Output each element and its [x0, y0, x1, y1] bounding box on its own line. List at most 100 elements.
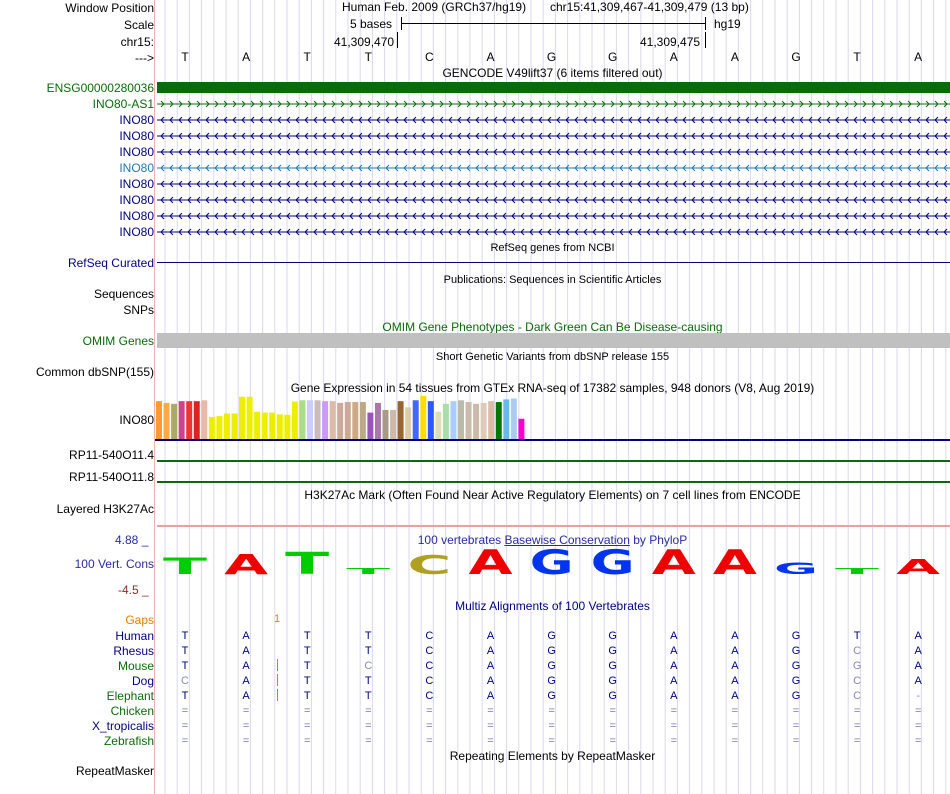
- alignment-base: A: [914, 660, 922, 672]
- conservation-logo-letter: A: [896, 555, 941, 579]
- omim-bar[interactable]: [157, 333, 950, 348]
- rp11-540o11-4-label[interactable]: RP11-540O11.4: [69, 448, 154, 462]
- conservation-logo-letter: C: [407, 551, 451, 581]
- gencode-gene-label[interactable]: INO80: [119, 129, 154, 143]
- alignment-base: T: [364, 675, 372, 687]
- h3k27ac-signal[interactable]: [157, 525, 950, 527]
- h3k27ac-label[interactable]: Layered H3K27Ac: [57, 502, 154, 516]
- alignment-base: =: [426, 735, 433, 747]
- gencode-gene-feature[interactable]: [157, 210, 950, 222]
- gencode-gene-label[interactable]: ENSG00000280036: [47, 81, 154, 95]
- gtex-tissue-bar: [329, 401, 336, 439]
- gencode-gene-feature[interactable]: [157, 130, 950, 142]
- omim-track-title: OMIM Gene Phenotypes - Dark Green Can Be…: [382, 320, 723, 334]
- species-label[interactable]: Elephant: [107, 689, 154, 703]
- alignment-base: C: [853, 690, 862, 702]
- gencode-gene-label[interactable]: INO80: [119, 145, 154, 159]
- gencode-gene-feature[interactable]: [157, 82, 950, 94]
- gencode-gene-label[interactable]: INO80: [119, 225, 154, 239]
- gencode-gene-feature[interactable]: [157, 146, 950, 158]
- gaps-label[interactable]: Gaps: [125, 613, 154, 627]
- gtex-tissue-bar: [458, 400, 464, 439]
- alignment-base: T: [364, 645, 372, 657]
- alignment-base: A: [914, 675, 922, 687]
- reference-base: T: [181, 50, 189, 64]
- reference-base: G: [791, 50, 801, 64]
- alignment-base: =: [670, 720, 678, 732]
- species-label[interactable]: Human: [115, 629, 154, 643]
- refseq-label[interactable]: RefSeq Curated: [68, 256, 154, 270]
- gtex-tissue-bar: [510, 398, 517, 439]
- omim-label[interactable]: OMIM Genes: [83, 334, 154, 348]
- alignment-base: =: [365, 720, 372, 732]
- rp11-540o11-8-label[interactable]: RP11-540O11.8: [69, 470, 154, 484]
- gencode-gene-feature[interactable]: [157, 162, 950, 174]
- species-label[interactable]: Mouse: [118, 659, 154, 673]
- reference-base: G: [608, 50, 618, 64]
- gencode-gene-label[interactable]: INO80: [119, 113, 154, 127]
- gencode-gene-label[interactable]: INO80: [119, 177, 154, 191]
- alignment-base: =: [181, 720, 189, 732]
- alignment-base: A: [914, 645, 922, 657]
- gtex-gene-label[interactable]: INO80: [119, 413, 154, 427]
- alignment-base: A: [670, 645, 678, 657]
- alignment-base: T: [364, 630, 372, 642]
- reference-base: A: [914, 50, 923, 64]
- gencode-gene-feature[interactable]: [157, 226, 950, 238]
- alignment-base: A: [486, 660, 495, 672]
- species-label[interactable]: Zebrafish: [104, 734, 154, 748]
- repeatmasker-track-title: Repeating Elements by RepeatMasker: [449, 749, 656, 763]
- snps-label[interactable]: SNPs: [123, 303, 154, 317]
- gencode-gene-label[interactable]: INO80: [119, 161, 154, 175]
- gencode-gene-feature[interactable]: [157, 98, 950, 110]
- reference-base: T: [303, 50, 311, 64]
- gencode-gene-feature[interactable]: [157, 114, 950, 126]
- species-label[interactable]: Chicken: [111, 704, 154, 718]
- alignment-base: A: [486, 690, 495, 702]
- alignment-base: G: [791, 690, 801, 702]
- gtex-tissue-bar: [480, 402, 487, 439]
- repeatmasker-label[interactable]: RepeatMasker: [76, 764, 154, 778]
- conservation-logo[interactable]: TATTCAGGAAGTA: [155, 540, 950, 590]
- gencode-gene-feature[interactable]: [157, 178, 950, 190]
- species-label[interactable]: Dog: [132, 674, 154, 688]
- gencode-gene-feature[interactable]: [157, 194, 950, 206]
- coord-right: 41,309,475: [640, 35, 701, 49]
- alignment-base: G: [608, 660, 617, 672]
- alignment-base: =: [914, 705, 922, 717]
- reference-base: C: [425, 50, 434, 64]
- alignment-base: A: [731, 675, 739, 687]
- insertion-marker: [277, 674, 278, 686]
- species-label[interactable]: X_tropicalis: [92, 719, 154, 733]
- sequences-label[interactable]: Sequences: [94, 287, 154, 301]
- scale-bar-right-tick: [705, 17, 706, 30]
- alignment-base: =: [548, 735, 555, 747]
- gtex-tissue-bar: [503, 399, 510, 439]
- alignment-base: =: [792, 720, 800, 732]
- alignment-base: =: [609, 720, 616, 732]
- gtex-tissue-bar: [307, 400, 313, 439]
- gtex-tissue-bar: [269, 412, 276, 439]
- alignment-base: A: [486, 630, 495, 642]
- refseq-gene-line[interactable]: [157, 262, 950, 263]
- alignment-base: C: [364, 660, 373, 672]
- rp11-540o11-8-line[interactable]: [157, 481, 950, 483]
- dbsnp-label[interactable]: Common dbSNP(155): [36, 365, 154, 379]
- alignment-base: =: [548, 720, 555, 732]
- alignment-base: -: [916, 690, 921, 702]
- gencode-gene-label[interactable]: INO80-AS1: [93, 97, 154, 111]
- alignment-base: =: [303, 720, 311, 732]
- alignment-base: A: [242, 630, 250, 642]
- species-label[interactable]: Rhesus: [113, 644, 154, 658]
- alignment-base: G: [547, 645, 556, 657]
- gencode-gene-label[interactable]: INO80: [119, 209, 154, 223]
- gtex-tissue-bar: [465, 402, 472, 439]
- gencode-gene-label[interactable]: INO80: [119, 193, 154, 207]
- rp11-540o11-4-line[interactable]: [157, 460, 950, 462]
- alignment-base: T: [303, 675, 311, 687]
- alignment-base: G: [547, 690, 556, 702]
- gtex-tissue-bar: [314, 400, 321, 439]
- gtex-tissue-bar: [299, 400, 306, 439]
- gtex-bar-chart[interactable]: [155, 395, 950, 445]
- cons-label[interactable]: 100 Vert. Cons: [75, 557, 154, 571]
